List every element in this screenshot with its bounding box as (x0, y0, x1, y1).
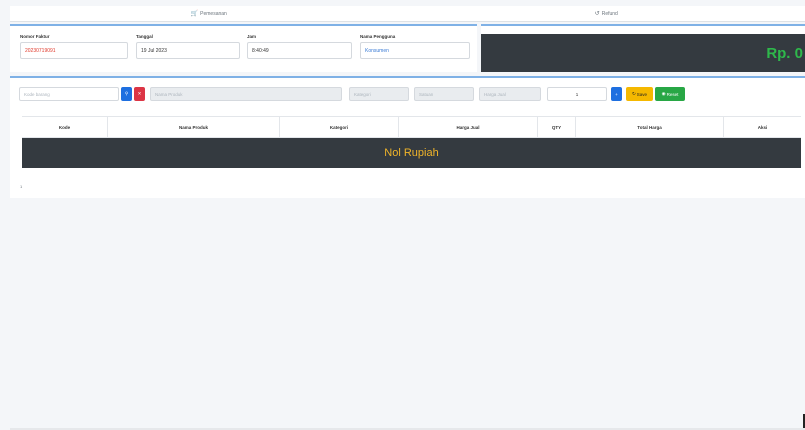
column-header: Total Harga (576, 117, 724, 137)
save-button-label: Save (636, 91, 648, 97)
empty-total-bar: Nol Rupiah (22, 138, 801, 168)
customer-field: Nama Pengguna Konsumen (360, 34, 470, 59)
unit-input[interactable]: Satuan (414, 87, 474, 101)
column-header: Harga Jual (399, 117, 538, 137)
qty-input[interactable]: 1 (547, 87, 607, 101)
total-display: Rp. 0 (481, 34, 805, 72)
tab-pemesanan[interactable]: 🛒 Pemesanan (10, 6, 408, 21)
product-code-input[interactable]: Kode barang (19, 87, 119, 101)
total-panel: Rp. 0 (481, 24, 805, 72)
top-tabs: 🛒 Pemesanan ↺ Refund (10, 6, 805, 22)
empty-message: Nol Rupiah (384, 147, 439, 159)
pagination: 1 (20, 184, 23, 189)
tab-refund-label: Refund (601, 10, 618, 17)
column-header: Kode (22, 117, 108, 137)
invoice-number-input[interactable]: 20230719091 (20, 42, 128, 59)
total-amount: Rp. 0 (766, 44, 803, 62)
tab-pemesanan-label: Pemesanan (200, 10, 227, 17)
eye-icon: ◉ (661, 91, 666, 96)
refund-icon: ↺ (594, 11, 600, 17)
save-icon: ↻ (631, 91, 636, 96)
invoice-field: Nomor Faktur 20230719091 (20, 34, 128, 59)
save-button[interactable]: ↻ Save (626, 87, 653, 101)
table-header: Kode Nama Produk Kategori Harga Jual QTY… (22, 116, 801, 138)
category-input[interactable]: Kategori (349, 87, 409, 101)
date-input[interactable]: 19 Jul 2023 (136, 42, 240, 59)
date-field: Tanggal 19 Jul 2023 (136, 34, 240, 59)
tab-refund[interactable]: ↺ Refund (408, 6, 805, 21)
column-header: Nama Produk (108, 117, 280, 137)
invoice-info-card: Nomor Faktur 20230719091 Tanggal 19 Jul … (10, 24, 477, 72)
close-icon: ✕ (137, 91, 142, 96)
column-header: Kategori (280, 117, 399, 137)
cart-icon: 🛒 (190, 11, 199, 17)
product-name-input[interactable]: Nama Produk (150, 87, 342, 101)
search-icon: ⚲ (124, 91, 129, 96)
pos-app: 🛒 Pemesanan ↺ Refund Nomor Faktur 202307… (0, 0, 805, 430)
time-label: Jam (247, 34, 257, 39)
time-input[interactable]: 8:40:49 (247, 42, 352, 59)
search-button[interactable]: ⚲ (121, 87, 132, 101)
column-header: QTY (538, 117, 576, 137)
date-label: Tanggal (136, 34, 153, 39)
customer-label: Nama Pengguna (360, 34, 396, 39)
reset-button[interactable]: ◉ Reset (655, 87, 685, 101)
order-card: Kode barang ⚲ ✕ Nama Produk Kategori Sat… (10, 76, 805, 198)
add-item-button[interactable]: + (611, 87, 622, 101)
column-header: Aksi (757, 124, 768, 130)
invoice-label: Nomor Faktur (20, 34, 50, 39)
customer-input[interactable]: Konsumen (360, 42, 470, 59)
clear-button[interactable]: ✕ (134, 87, 145, 101)
price-input[interactable]: Harga Jual (479, 87, 541, 101)
add-icon: + (615, 91, 618, 97)
reset-button-label: Reset (666, 91, 679, 97)
time-field: Jam 8:40:49 (247, 34, 352, 59)
